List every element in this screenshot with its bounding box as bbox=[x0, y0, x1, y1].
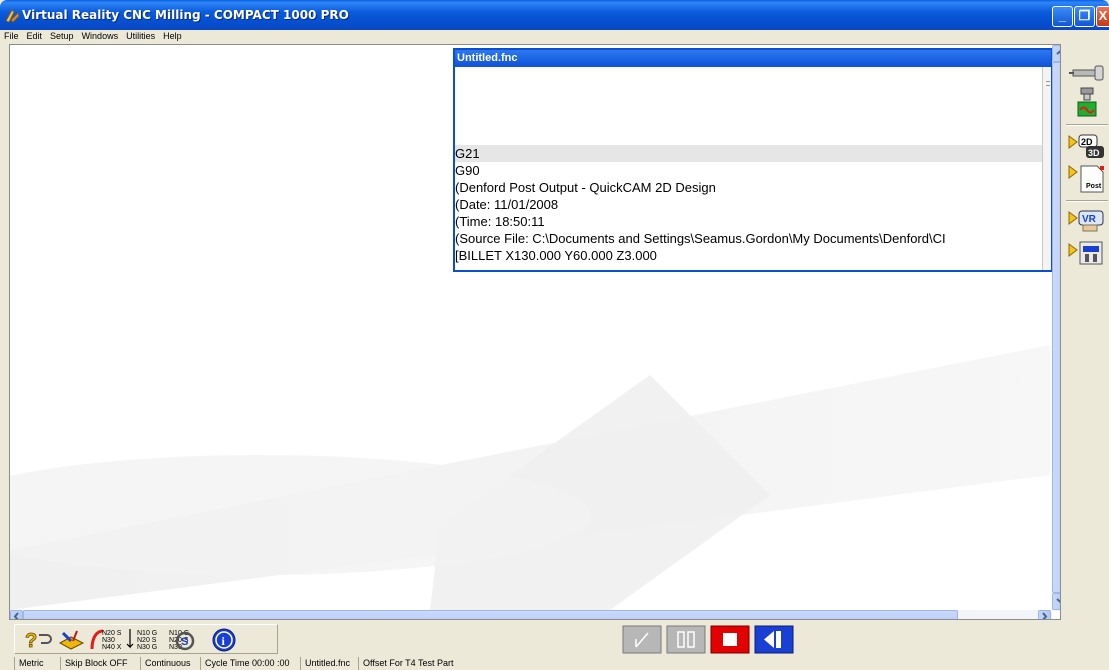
vertical-scroll-thumb[interactable] bbox=[1052, 62, 1060, 593]
delete-numbers-button[interactable]: N10 G N20 S N30 S bbox=[165, 627, 201, 653]
scroll-tick bbox=[1046, 81, 1050, 82]
code-line[interactable]: G21 bbox=[455, 145, 1042, 162]
info-icon: i bbox=[212, 628, 236, 652]
code-lines: G21 G90 (Denford Post Output - QuickCAM … bbox=[455, 145, 1042, 264]
delete-numbers-icon: N10 G N20 S N30 S bbox=[169, 630, 195, 651]
svg-text:Post: Post bbox=[1086, 183, 1102, 190]
2d-3d-view-icon: 2D 3D bbox=[1068, 134, 1104, 158]
svg-text:VR: VR bbox=[1082, 214, 1097, 225]
renumber-text: N30 bbox=[102, 637, 115, 644]
sort-text: N10 G bbox=[137, 630, 157, 637]
program-editor-window[interactable]: Untitled.fnc G21 G90 (Denford Post Outpu… bbox=[453, 48, 1053, 272]
svg-text:?: ? bbox=[25, 630, 37, 652]
code-line[interactable]: (Denford Post Output - QuickCAM 2D Desig… bbox=[455, 179, 1042, 196]
menu-help[interactable]: Help bbox=[159, 30, 186, 42]
menu-file[interactable]: File bbox=[0, 30, 23, 42]
vr-view-icon: VR bbox=[1068, 210, 1104, 232]
vertical-scrollbar[interactable] bbox=[1052, 45, 1060, 611]
code-line[interactable]: (Source File: C:\Documents and Settings\… bbox=[455, 230, 1042, 247]
stop-button[interactable] bbox=[710, 625, 750, 654]
tool-library-button[interactable] bbox=[57, 627, 87, 653]
status-offset: Offset For T4 Test Part bbox=[358, 657, 454, 670]
chevron-right-icon bbox=[1042, 612, 1048, 619]
editor-scrollbar[interactable] bbox=[1042, 67, 1051, 270]
minimize-button[interactable]: _ bbox=[1052, 6, 1073, 27]
rewind-icon bbox=[754, 625, 794, 654]
menu-edit[interactable]: Edit bbox=[23, 30, 47, 42]
step-icon bbox=[622, 625, 662, 654]
close-button[interactable]: X bbox=[1096, 6, 1109, 27]
code-line[interactable]: (Date: 11/01/2008 bbox=[455, 196, 1042, 213]
app-icon bbox=[5, 9, 20, 23]
help-pointer-icon: ? bbox=[25, 630, 52, 652]
renumber-text: N40 X bbox=[102, 644, 122, 651]
2d-3d-view-button[interactable]: 2D 3D bbox=[1067, 130, 1107, 164]
editing-tools-group: ? N20 S N30 N40 X N10 G N20 S N30 G N10 … bbox=[14, 624, 278, 654]
application-window: Virtual Reality CNC Milling - COMPACT 10… bbox=[0, 0, 1109, 670]
chevron-left-icon bbox=[13, 612, 19, 619]
workspace-area[interactable]: Untitled.fnc G21 G90 (Denford Post Outpu… bbox=[9, 44, 1061, 620]
menu-setup[interactable]: Setup bbox=[46, 30, 78, 42]
maximize-button[interactable]: ❐ bbox=[1074, 6, 1095, 27]
help-pointer-button[interactable]: ? bbox=[23, 627, 53, 653]
svg-text:3D: 3D bbox=[1088, 148, 1100, 158]
svg-text:2D: 2D bbox=[1081, 137, 1093, 147]
status-units: Metric bbox=[14, 657, 44, 670]
tool-library-icon bbox=[58, 630, 85, 650]
chevron-up-icon bbox=[1056, 50, 1060, 55]
stop-icon bbox=[710, 625, 750, 654]
right-toolbar: 2D 3D Post VR bbox=[1063, 44, 1109, 620]
code-line[interactable]: [BILLET X130.000 Y60.000 Z3.000 bbox=[455, 247, 1042, 264]
title-bar[interactable]: Virtual Reality CNC Milling - COMPACT 10… bbox=[0, 0, 1109, 30]
program-code-area[interactable]: G21 G90 (Denford Post Output - QuickCAM … bbox=[455, 67, 1042, 270]
info-button[interactable]: i bbox=[209, 627, 239, 653]
sort-blocks-button[interactable]: N10 G N20 S N30 G bbox=[125, 627, 163, 653]
menu-windows[interactable]: Windows bbox=[78, 30, 123, 42]
status-filename: Untitled.fnc bbox=[300, 657, 350, 670]
vr-view-button[interactable]: VR bbox=[1067, 206, 1107, 240]
close-icon: X bbox=[1098, 8, 1108, 23]
playback-controls bbox=[622, 624, 810, 654]
scroll-right-button[interactable] bbox=[1038, 610, 1051, 619]
toolbar-separator bbox=[1066, 200, 1108, 202]
sort-blocks-icon: N10 G N20 S N30 G bbox=[126, 629, 157, 651]
sort-text: N20 S bbox=[137, 637, 157, 644]
restore-icon: ❐ bbox=[1078, 8, 1091, 23]
post-button[interactable]: Post bbox=[1067, 162, 1107, 196]
step-button[interactable] bbox=[622, 625, 662, 654]
toolbar-separator bbox=[1066, 124, 1108, 126]
status-cycle-time: Cycle Time 00:00 :00 bbox=[200, 657, 290, 670]
post-icon: Post bbox=[1068, 165, 1104, 193]
code-line[interactable]: G90 bbox=[455, 162, 1042, 179]
horizontal-scrollbar[interactable] bbox=[10, 610, 1052, 619]
machine-view-icon bbox=[1068, 241, 1103, 265]
sort-text: N30 G bbox=[137, 644, 157, 651]
editor-title-bar[interactable]: Untitled.fnc bbox=[455, 50, 1051, 67]
renumber-button[interactable]: N20 S N30 N40 X bbox=[89, 627, 123, 653]
scroll-tick bbox=[1046, 85, 1050, 86]
chevron-down-icon bbox=[1056, 598, 1060, 603]
scroll-left-button[interactable] bbox=[10, 610, 23, 619]
pause-icon bbox=[666, 625, 706, 654]
code-line[interactable]: (Time: 18:50:11 bbox=[455, 213, 1042, 230]
tool-change-icon bbox=[1077, 87, 1097, 117]
rewind-button[interactable] bbox=[754, 625, 794, 654]
status-skip-block: Skip Block OFF bbox=[60, 657, 128, 670]
tool-change-button[interactable] bbox=[1067, 86, 1107, 120]
scroll-down-button[interactable] bbox=[1052, 593, 1060, 610]
status-bar: Metric Skip Block OFF Continuous Cycle T… bbox=[0, 656, 1109, 670]
window-title: Virtual Reality CNC Milling - COMPACT 10… bbox=[22, 8, 349, 22]
renumber-icon: N20 S N30 N40 X bbox=[90, 629, 122, 651]
bottom-toolbar: ? N20 S N30 N40 X N10 G N20 S N30 G N10 … bbox=[0, 622, 1109, 656]
horizontal-scroll-thumb[interactable] bbox=[23, 610, 958, 619]
machine-view-button[interactable] bbox=[1067, 238, 1107, 272]
renumber-text: N20 S bbox=[102, 630, 122, 637]
svg-text:S: S bbox=[181, 636, 188, 648]
pause-button[interactable] bbox=[666, 625, 706, 654]
minimize-icon: _ bbox=[1058, 8, 1067, 23]
menu-utilities[interactable]: Utilities bbox=[122, 30, 159, 42]
scroll-up-button[interactable] bbox=[1052, 45, 1060, 62]
status-mode: Continuous bbox=[140, 657, 191, 670]
menu-bar: File Edit Setup Windows Utilities Help bbox=[0, 30, 1109, 44]
